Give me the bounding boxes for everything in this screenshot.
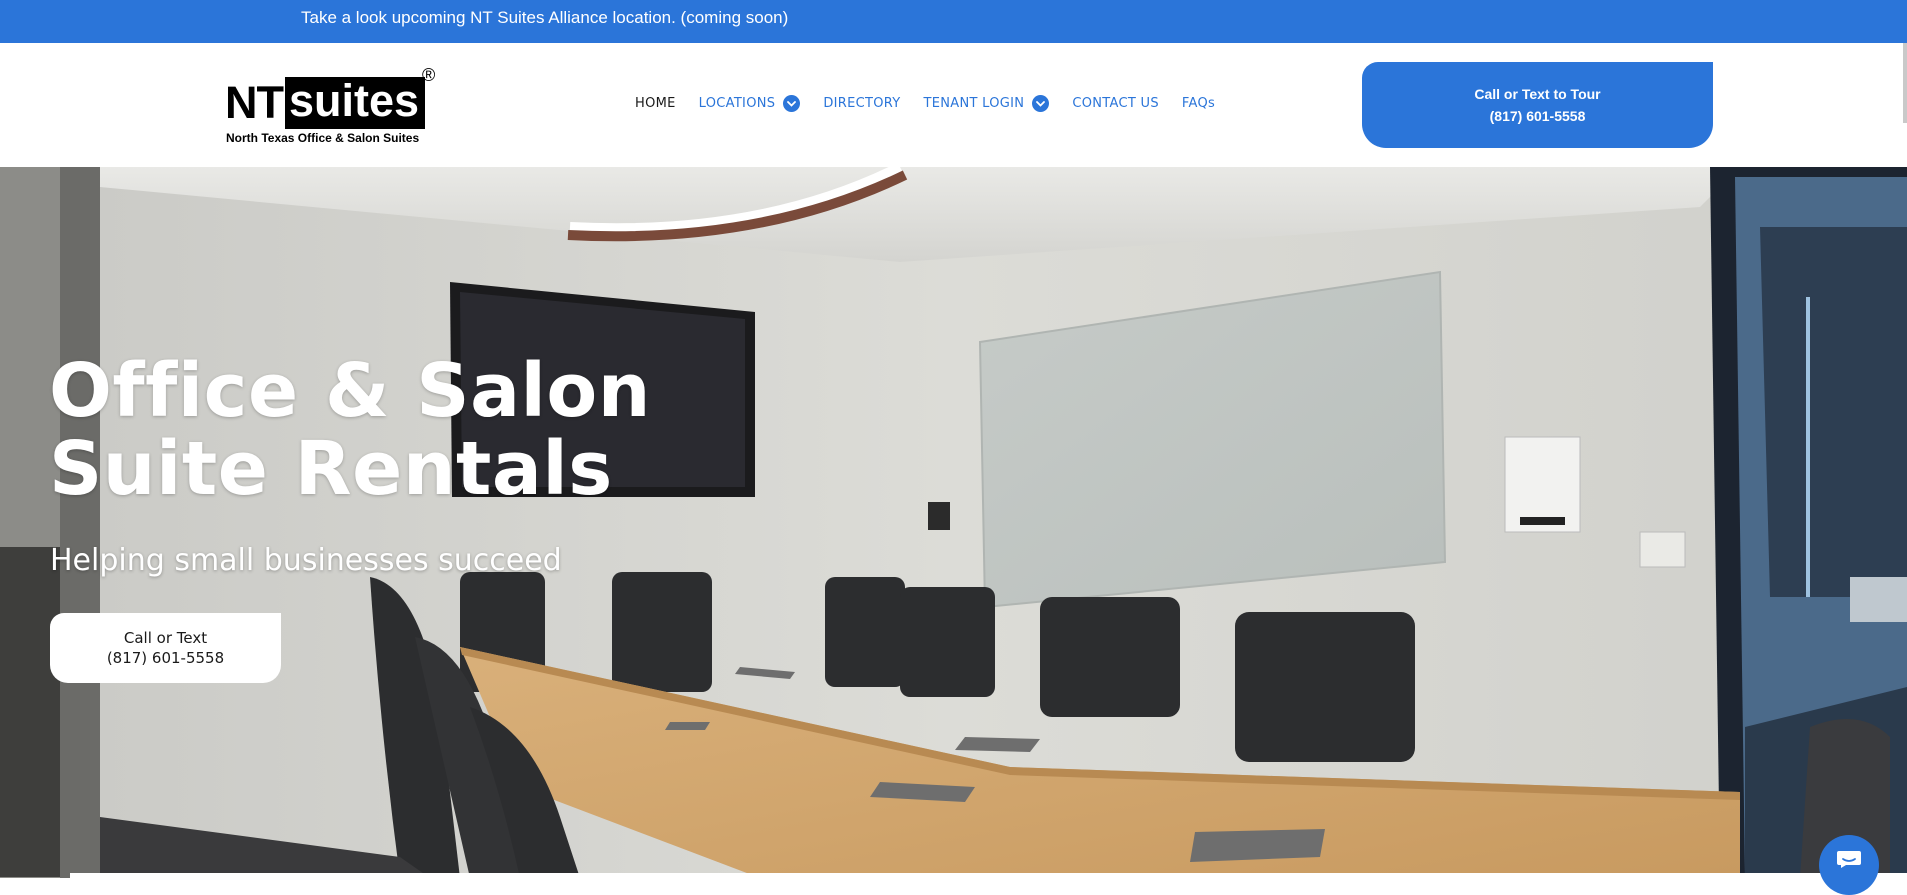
- logo-nt: NT: [225, 77, 284, 128]
- nav-directory[interactable]: DIRECTORY: [823, 96, 900, 111]
- hero-button-phone: (817) 601-5558: [106, 649, 225, 667]
- nav-tenant-login-label: TENANT LOGIN: [923, 96, 1025, 111]
- hero-call-button[interactable]: Call or Text (817) 601-5558: [50, 613, 281, 683]
- main-nav: HOME LOCATIONS DIRECTORY TENANT LOGIN CO…: [635, 95, 1238, 112]
- chevron-down-icon[interactable]: [1032, 95, 1050, 112]
- tour-button-phone: (817) 601-5558: [1489, 108, 1586, 124]
- hero-title: Office & Salon Suite Rentals: [49, 352, 651, 508]
- logo-wordmark: NT suites: [225, 77, 426, 129]
- call-to-tour-button[interactable]: Call or Text to Tour (817) 601-5558: [1362, 62, 1713, 148]
- hero-section: Office & Salon Suite Rentals Helping sma…: [0, 167, 1907, 878]
- chat-icon: [1837, 851, 1861, 868]
- announcement-text[interactable]: Take a look upcoming NT Suites Alliance …: [301, 8, 788, 28]
- announcement-bar: Take a look upcoming NT Suites Alliance …: [0, 0, 1907, 43]
- hero-subtitle: Helping small businesses succeed: [50, 543, 562, 578]
- scrollbar-thumb[interactable]: [1903, 43, 1907, 123]
- nav-locations-label: LOCATIONS: [698, 96, 776, 111]
- nav-faqs[interactable]: FAQs: [1182, 96, 1215, 111]
- logo-tagline: North Texas Office & Salon Suites: [226, 131, 420, 145]
- hero-button-line1: Call or Text: [123, 629, 208, 647]
- site-header: NT suites ® North Texas Office & Salon S…: [0, 43, 1907, 167]
- nav-home[interactable]: HOME: [635, 96, 676, 111]
- chevron-down-icon[interactable]: [783, 95, 801, 112]
- hero-title-line2: Suite Rentals: [49, 426, 613, 512]
- bottom-divider: [70, 873, 1907, 878]
- chat-widget-button[interactable]: [1819, 835, 1879, 895]
- tour-button-line1: Call or Text to Tour: [1474, 86, 1601, 102]
- site-logo[interactable]: NT suites ® North Texas Office & Salon S…: [225, 65, 445, 147]
- nav-locations[interactable]: LOCATIONS: [699, 95, 801, 112]
- nav-tenant-login[interactable]: TENANT LOGIN: [924, 95, 1050, 112]
- nav-contact-us[interactable]: CONTACT US: [1072, 96, 1159, 111]
- logo-suites: suites: [285, 77, 426, 129]
- hero-title-line1: Office & Salon: [49, 348, 651, 434]
- conference-room-image: [0, 167, 1907, 878]
- registered-mark: ®: [422, 65, 436, 85]
